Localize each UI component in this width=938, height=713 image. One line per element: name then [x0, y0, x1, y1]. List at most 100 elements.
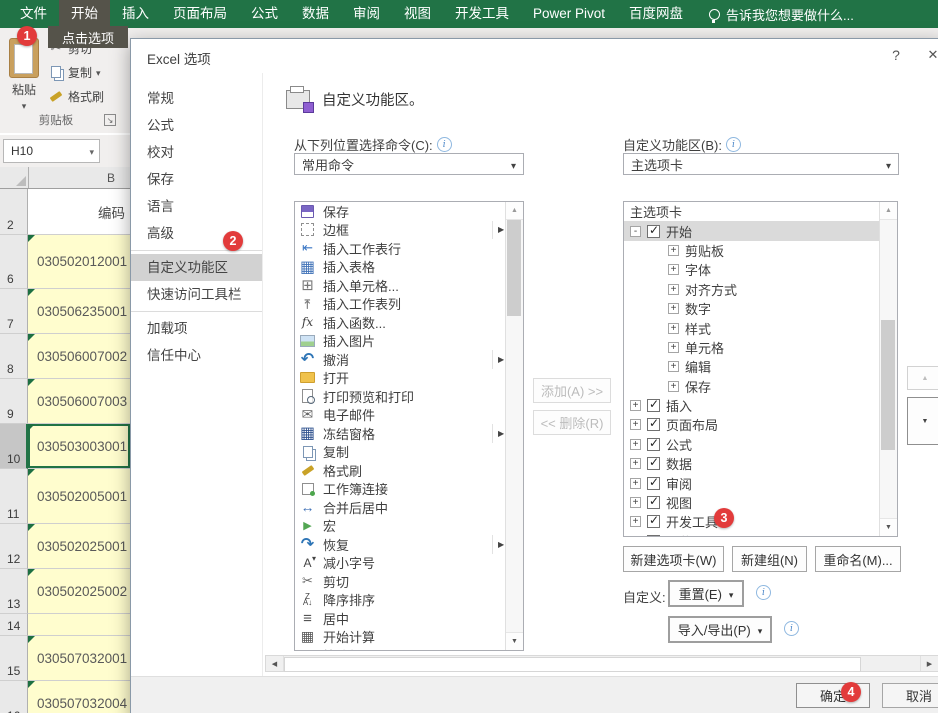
cell-b15[interactable]: 030507032001	[28, 636, 130, 681]
tree-child-item[interactable]: +单元格	[624, 338, 880, 357]
scroll-up-icon[interactable]	[506, 202, 523, 220]
new-group-button[interactable]: 新建组(N)	[732, 546, 807, 572]
sidebar-item[interactable]: 快速访问工具栏	[131, 281, 262, 308]
ribbon-tab[interactable]: 审阅	[341, 0, 392, 28]
tree-item[interactable]: +插入	[624, 396, 880, 415]
copy-button[interactable]: 复制	[48, 62, 101, 82]
command-item[interactable]: 插入工作表列	[295, 295, 509, 314]
tree-item[interactable]: +公式	[624, 435, 880, 454]
dialog-launcher-icon[interactable]	[104, 114, 116, 126]
tree-item[interactable]: +视图	[624, 493, 880, 512]
ribbon-tab[interactable]: Power Pivot	[521, 0, 617, 28]
expand-icon[interactable]: +	[630, 536, 641, 537]
row-header-6[interactable]: 6	[0, 235, 28, 289]
customize-ribbon-dropdown[interactable]: 主选项卡	[623, 153, 899, 175]
ribbon-tab[interactable]: 视图	[392, 0, 443, 28]
scroll-up-icon[interactable]	[880, 202, 897, 220]
ribbon-tab[interactable]: 插入	[110, 0, 161, 28]
command-item[interactable]: 插入函数...	[295, 313, 509, 332]
scrollbar-thumb[interactable]	[284, 657, 861, 672]
horizontal-scrollbar[interactable]	[265, 655, 938, 672]
tree-child-item[interactable]: +字体	[624, 260, 880, 279]
checkbox-checked[interactable]	[647, 515, 660, 528]
tree-child-item[interactable]: +编辑	[624, 357, 880, 376]
command-item[interactable]: 降序排序	[295, 591, 509, 610]
close-button[interactable]: ✕	[923, 47, 938, 63]
row-header-10[interactable]: 10	[0, 424, 28, 469]
sidebar-item[interactable]: 常规	[131, 85, 262, 112]
command-item[interactable]: 居中	[295, 609, 509, 628]
sidebar-item[interactable]: 信任中心	[131, 342, 262, 369]
command-item[interactable]: 恢复	[295, 535, 509, 554]
cell-b7[interactable]: 030506235001	[28, 289, 130, 334]
expand-icon[interactable]: +	[668, 264, 679, 275]
row-header-2[interactable]: 2	[0, 189, 28, 235]
cell-b9[interactable]: 030506007003	[28, 379, 130, 424]
cell-b8[interactable]: 030506007002	[28, 334, 130, 379]
scroll-right-icon[interactable]	[920, 656, 938, 671]
sidebar-item[interactable]: 保存	[131, 166, 262, 193]
tree-child-item[interactable]: +对齐方式	[624, 280, 880, 299]
choose-commands-dropdown[interactable]: 常用命令	[294, 153, 524, 175]
expand-icon[interactable]: +	[668, 303, 679, 314]
row-header-11[interactable]: 11	[0, 469, 28, 524]
tree-child-item[interactable]: +剪贴板	[624, 241, 880, 260]
expand-icon[interactable]: +	[668, 361, 679, 372]
tree-child-item[interactable]: +样式	[624, 318, 880, 337]
tell-me-search[interactable]: 告诉我您想要做什么...	[709, 0, 854, 28]
command-item[interactable]: 插入图片	[295, 332, 509, 351]
cell-b10[interactable]: 030503003001	[28, 424, 130, 469]
tree-scrollbar[interactable]	[879, 202, 897, 536]
move-down-button[interactable]	[907, 397, 938, 445]
row-header-7[interactable]: 7	[0, 289, 28, 334]
reset-button[interactable]: 重置(E)	[668, 580, 744, 607]
checkbox-checked[interactable]	[647, 457, 660, 470]
sidebar-item[interactable]: 自定义功能区	[131, 254, 262, 281]
command-item[interactable]: 撤消	[295, 350, 509, 369]
command-item[interactable]: 打印预览和打印	[295, 387, 509, 406]
scrollbar-thumb[interactable]	[507, 220, 521, 316]
expand-icon[interactable]: +	[668, 245, 679, 256]
command-item[interactable]: 电子邮件	[295, 406, 509, 425]
checkbox-checked[interactable]	[647, 225, 660, 238]
command-item[interactable]: 插入表格	[295, 258, 509, 277]
row-header-13[interactable]: 13	[0, 569, 28, 614]
tree-item[interactable]: +加载项	[624, 532, 880, 537]
command-item[interactable]: 边框	[295, 221, 509, 240]
ribbon-tab[interactable]: 开发工具	[443, 0, 521, 28]
row-header-14[interactable]: 14	[0, 614, 28, 636]
checkbox-checked[interactable]	[647, 399, 660, 412]
ribbon-tab[interactable]: 数据	[290, 0, 341, 28]
help-button[interactable]: ?	[886, 47, 906, 63]
scrollbar-thumb[interactable]	[881, 320, 895, 450]
command-item[interactable]: 剪切	[295, 572, 509, 591]
tree-item[interactable]: +开发工具	[624, 512, 880, 531]
command-item[interactable]: 复制	[295, 443, 509, 462]
expand-icon[interactable]: +	[668, 284, 679, 295]
expand-icon[interactable]: +	[630, 497, 641, 508]
rename-button[interactable]: 重命名(M)...	[815, 546, 901, 572]
expand-icon[interactable]: +	[630, 458, 641, 469]
command-item[interactable]: 插入单元格...	[295, 276, 509, 295]
checkbox-checked[interactable]	[647, 438, 660, 451]
cell-b12[interactable]: 030502025001	[28, 524, 130, 569]
expand-icon[interactable]: +	[630, 439, 641, 450]
command-item[interactable]: 工作簿连接	[295, 480, 509, 499]
remove-button[interactable]: << 删除(R)	[533, 410, 611, 435]
command-item[interactable]: 快速打印	[295, 646, 509, 651]
tree-item[interactable]: -开始	[624, 221, 880, 240]
cell-b14[interactable]	[28, 614, 130, 636]
sidebar-item[interactable]: 公式	[131, 112, 262, 139]
new-tab-button[interactable]: 新建选项卡(W)	[623, 546, 724, 572]
add-button[interactable]: 添加(A) >>	[533, 378, 611, 403]
command-item[interactable]: 宏	[295, 517, 509, 536]
command-item[interactable]: 合并后居中	[295, 498, 509, 517]
expand-icon[interactable]: +	[630, 400, 641, 411]
cancel-button[interactable]: 取消	[882, 683, 938, 708]
scroll-down-icon[interactable]	[880, 518, 897, 536]
command-item[interactable]: 打开	[295, 369, 509, 388]
command-item[interactable]: 减小字号	[295, 554, 509, 573]
ribbon-tab[interactable]: 文件	[8, 0, 59, 28]
tree-item[interactable]: +页面布局	[624, 415, 880, 434]
tree-child-item[interactable]: +数字	[624, 299, 880, 318]
